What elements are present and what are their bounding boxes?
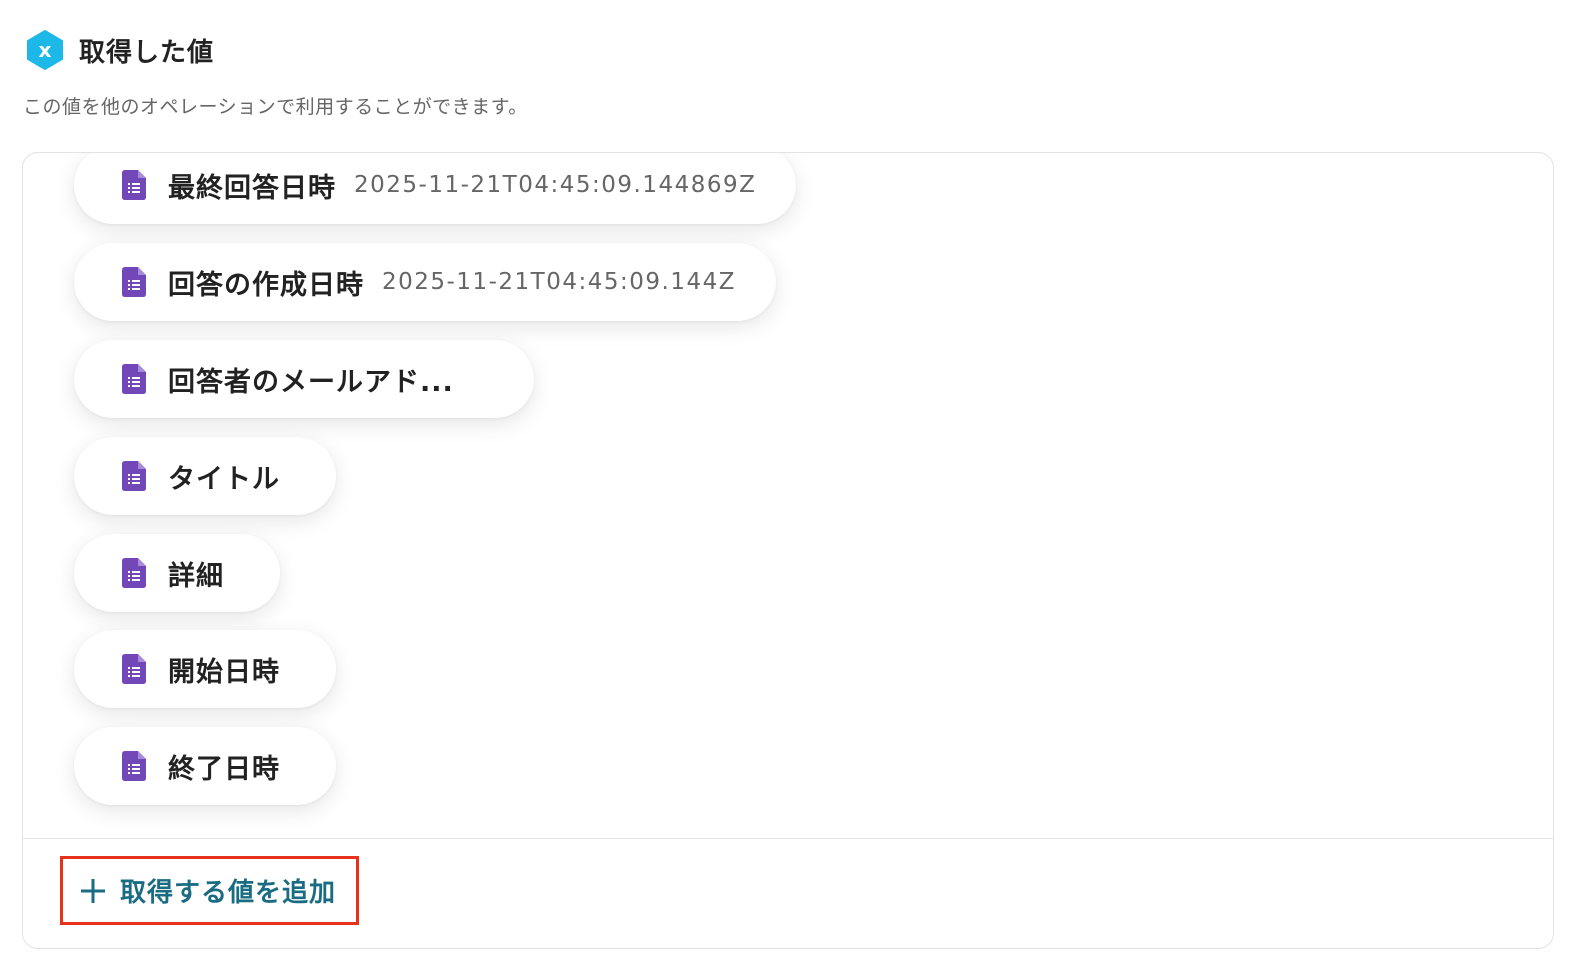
value-chip[interactable]: 回答者のメールアド... (74, 340, 534, 418)
value-chip-label: 回答者のメールアド... (168, 366, 454, 398)
acquired-values-panel: 最終回答日時 2025-11-21T04:45:09.144869Z 回答の作成… (22, 152, 1554, 949)
plus-icon (81, 878, 105, 903)
value-chip-label: タイトル (168, 463, 280, 495)
google-forms-doc-icon (122, 751, 146, 781)
value-chip-label: 終了日時 (168, 753, 280, 785)
section-header: x 取得した値 (25, 30, 214, 70)
value-chip-sample: 2025-11-21T04:45:09.144Z (382, 269, 736, 295)
google-forms-doc-icon (122, 461, 146, 491)
google-forms-doc-icon (122, 267, 146, 297)
panel-footer: 取得する値を追加 (23, 838, 1553, 948)
value-chip[interactable]: 回答の作成日時 2025-11-21T04:45:09.144Z (74, 243, 776, 321)
value-chip[interactable]: タイトル (74, 437, 336, 515)
add-value-button[interactable]: 取得する値を追加 (60, 856, 359, 925)
google-forms-doc-icon (122, 170, 146, 200)
hexagon-x-icon: x (27, 30, 63, 70)
value-chip-label: 回答の作成日時 (168, 269, 364, 301)
section-title: 取得した値 (79, 37, 215, 68)
google-forms-doc-icon (122, 558, 146, 588)
value-chip[interactable]: 開始日時 (74, 630, 336, 708)
value-chip-label: 最終回答日時 (168, 172, 336, 204)
value-chip[interactable]: 詳細 (74, 534, 280, 612)
add-value-label: 取得する値を追加 (120, 878, 337, 908)
value-chip-label: 開始日時 (168, 656, 280, 688)
value-chip-sample: 2025-11-21T04:45:09.144869Z (354, 172, 757, 198)
value-chip[interactable]: 最終回答日時 2025-11-21T04:45:09.144869Z (74, 153, 797, 224)
value-chip[interactable]: 終了日時 (74, 727, 336, 805)
google-forms-doc-icon (122, 364, 146, 394)
value-chip-label: 詳細 (168, 560, 224, 592)
svg-text:x: x (39, 38, 52, 62)
google-forms-doc-icon (122, 654, 146, 684)
acquired-values-list[interactable]: 最終回答日時 2025-11-21T04:45:09.144869Z 回答の作成… (23, 153, 1553, 838)
section-description: この値を他のオペレーションで利用することができます。 (23, 96, 528, 118)
